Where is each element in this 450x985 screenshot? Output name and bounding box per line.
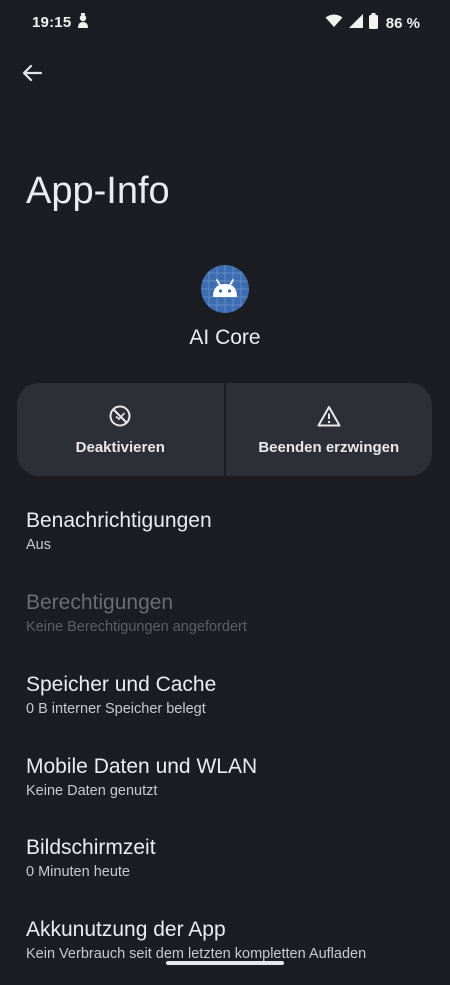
battery-percentage: 86 % <box>385 14 420 32</box>
setting-storage-cache[interactable]: Speicher und Cache 0 B interner Speicher… <box>0 658 450 740</box>
setting-subtitle: Keine Berechtigungen angefordert <box>26 619 247 635</box>
android-app-icon <box>201 265 249 313</box>
setting-screen-time[interactable]: Bildschirmzeit 0 Minuten heute <box>0 821 450 903</box>
back-button[interactable] <box>17 60 47 90</box>
app-name: AI Core <box>189 326 261 349</box>
setting-subtitle: Kein Verbrauch seit dem letzten komplett… <box>26 946 367 962</box>
status-bar: 19:15 86 % <box>0 0 450 44</box>
setting-subtitle: Keine Daten genutzt <box>26 783 158 799</box>
battery-icon <box>368 13 378 33</box>
status-icons: 86 % <box>325 13 420 33</box>
force-stop-button[interactable]: Beenden erzwingen <box>223 383 433 476</box>
wifi-icon <box>325 14 343 32</box>
disable-button[interactable]: Deaktivieren <box>17 383 224 476</box>
setting-title: Berechtigungen <box>26 591 174 614</box>
action-card: Deaktivieren Beenden erzwingen <box>17 383 432 476</box>
setting-subtitle: 0 B interner Speicher belegt <box>26 701 206 717</box>
setting-title: Akkunutzung der App <box>26 918 226 941</box>
page-title: App-Info <box>26 170 170 212</box>
setting-permissions: Berechtigungen Keine Berechtigungen ange… <box>0 576 450 658</box>
setting-title: Speicher und Cache <box>26 673 217 696</box>
arrow-back-icon <box>22 64 43 87</box>
setting-title: Benachrichtigungen <box>26 509 212 532</box>
signal-icon <box>348 14 363 32</box>
setting-subtitle: Aus <box>26 537 51 553</box>
notification-icon <box>76 13 90 34</box>
status-time: 19:15 <box>32 14 72 31</box>
setting-battery-usage[interactable]: Akkunutzung der App Kein Verbrauch seit … <box>0 903 450 985</box>
setting-subtitle: 0 Minuten heute <box>26 864 130 880</box>
disable-icon <box>107 403 133 429</box>
setting-mobile-data-wlan[interactable]: Mobile Daten und WLAN Keine Daten genutz… <box>0 740 450 822</box>
setting-title: Mobile Daten und WLAN <box>26 755 258 778</box>
gesture-nav-handle[interactable] <box>166 961 284 965</box>
setting-notifications[interactable]: Benachrichtigungen Aus <box>0 494 450 576</box>
force-stop-label: Beenden erzwingen <box>258 439 400 456</box>
disable-label: Deaktivieren <box>75 439 165 456</box>
warning-icon <box>316 403 342 429</box>
setting-title: Bildschirmzeit <box>26 836 156 859</box>
